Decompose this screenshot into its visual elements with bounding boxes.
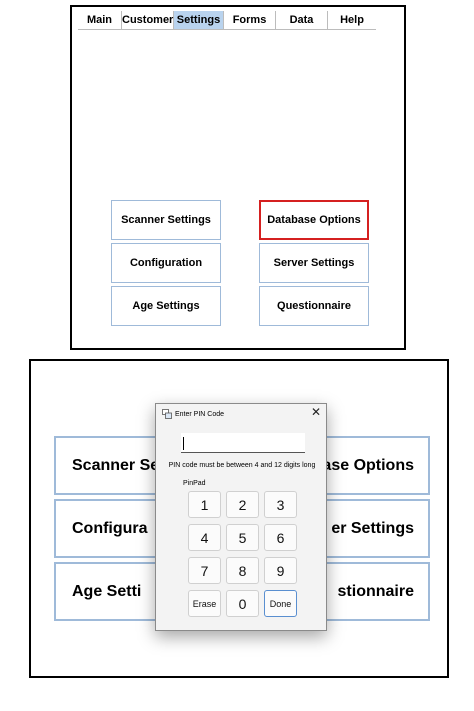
menu-main[interactable]: Main: [78, 11, 122, 29]
erase-button[interactable]: Erase: [188, 590, 221, 617]
dialog-title: Enter PIN Code: [175, 410, 225, 418]
text-caret: [183, 437, 184, 450]
key-8[interactable]: 8: [226, 557, 259, 584]
dialog-title-bar: Enter PIN Code: [162, 409, 224, 419]
key-3[interactable]: 3: [264, 491, 297, 518]
window-icon: [162, 409, 172, 419]
key-4[interactable]: 4: [188, 524, 221, 551]
key-9[interactable]: 9: [264, 557, 297, 584]
close-icon[interactable]: ✕: [311, 405, 321, 419]
database-options-button[interactable]: Database Options: [259, 200, 369, 240]
bottom-screenshot-panel: Scanner Set ase Options Configura er Set…: [29, 359, 449, 678]
questionnaire-button[interactable]: Questionnaire: [259, 286, 369, 326]
pin-code-dialog: Enter PIN Code ✕ PIN code must be betwee…: [155, 403, 327, 631]
menu-customer[interactable]: Customer: [122, 11, 174, 29]
key-2[interactable]: 2: [226, 491, 259, 518]
menu-bar: Main Customer Settings Forms Data Help: [78, 11, 376, 30]
key-7[interactable]: 7: [188, 557, 221, 584]
pin-length-note: PIN code must be between 4 and 12 digits…: [168, 462, 316, 469]
scanner-settings-button[interactable]: Scanner Settings: [111, 200, 221, 240]
age-settings-button[interactable]: Age Settings: [111, 286, 221, 326]
done-button[interactable]: Done: [264, 590, 297, 617]
pin-input[interactable]: [181, 433, 305, 453]
menu-settings[interactable]: Settings: [174, 11, 224, 29]
server-settings-button[interactable]: Server Settings: [259, 243, 369, 283]
configuration-button[interactable]: Configuration: [111, 243, 221, 283]
top-screenshot-panel: Main Customer Settings Forms Data Help S…: [70, 5, 406, 350]
key-1[interactable]: 1: [188, 491, 221, 518]
key-0[interactable]: 0: [226, 590, 259, 617]
menu-help[interactable]: Help: [328, 11, 376, 29]
key-6[interactable]: 6: [264, 524, 297, 551]
pinpad-label: PinPad: [183, 480, 206, 487]
key-5[interactable]: 5: [226, 524, 259, 551]
menu-data[interactable]: Data: [276, 11, 328, 29]
menu-forms[interactable]: Forms: [224, 11, 276, 29]
